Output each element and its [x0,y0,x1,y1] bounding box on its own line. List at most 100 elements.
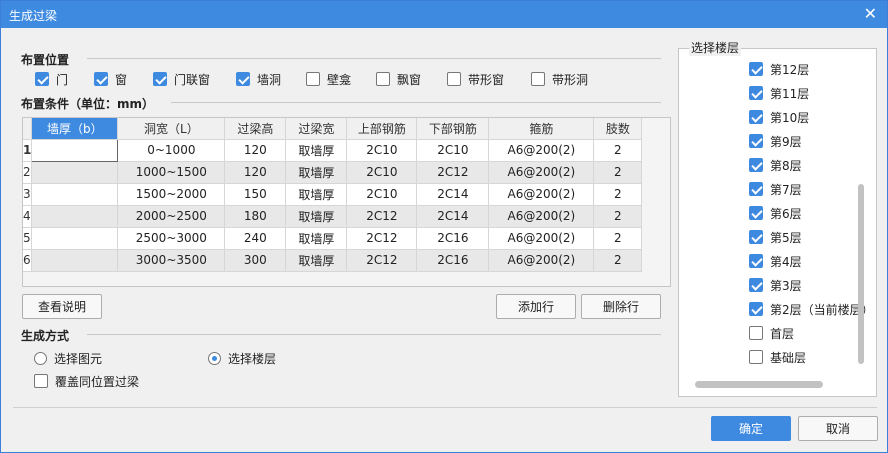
cell-beam-width[interactable]: 取墙厚 [285,183,348,206]
cell-wall-thickness[interactable] [31,227,119,250]
placement-option-door[interactable]: 门 [35,71,68,87]
cell-wall-thickness[interactable] [31,205,119,228]
checkbox-icon[interactable] [749,110,763,124]
cell-stirrup[interactable]: A6@200(2) [488,161,595,184]
table-row[interactable]: 5 2500~3000 240 取墙厚 2C12 2C16 A6@200(2) … [23,227,643,250]
column-header-bottom-rebar[interactable]: 下部钢筋 [416,118,490,140]
column-header-beam-width[interactable]: 过梁宽 [285,118,348,140]
cancel-button[interactable]: 取消 [798,416,878,441]
column-header-top-rebar[interactable]: 上部钢筋 [346,118,418,140]
cell-wall-thickness[interactable] [31,161,119,184]
cell-beam-width[interactable]: 取墙厚 [285,161,348,184]
cell-opening-width[interactable]: 1000~1500 [117,161,226,184]
floor-item[interactable]: 第11层 [749,85,809,101]
cell-legs[interactable]: 2 [593,249,643,272]
cell-bottom-rebar[interactable]: 2C14 [416,183,490,206]
column-header-legs[interactable]: 肢数 [593,118,643,140]
checkbox-icon[interactable] [531,72,545,86]
cell-beam-height[interactable]: 150 [224,183,287,206]
cell-beam-height[interactable]: 120 [224,161,287,184]
checkbox-icon[interactable] [749,302,763,316]
table-row[interactable]: 1 0~1000 120 取墙厚 2C10 2C10 A6@200(2) 2 [23,138,643,162]
checkbox-icon[interactable] [447,72,461,86]
vertical-scrollbar[interactable] [858,184,864,364]
cell-stirrup[interactable]: A6@200(2) [488,249,595,272]
floor-item[interactable]: 第10层 [749,109,809,125]
checkbox-icon[interactable] [749,86,763,100]
cell-beam-height[interactable]: 300 [224,249,287,272]
cell-top-rebar[interactable]: 2C10 [346,183,418,206]
cell-bottom-rebar[interactable]: 2C14 [416,205,490,228]
checkbox-icon[interactable] [749,206,763,220]
checkbox-icon[interactable] [306,72,320,86]
checkbox-icon[interactable] [749,158,763,172]
cell-stirrup[interactable]: A6@200(2) [488,183,595,206]
checkbox-icon[interactable] [376,72,390,86]
cell-bottom-rebar[interactable]: 2C16 [416,249,490,272]
checkbox-icon[interactable] [749,62,763,76]
placement-option-door-window[interactable]: 门联窗 [153,71,210,87]
cell-bottom-rebar[interactable]: 2C12 [416,161,490,184]
checkbox-icon[interactable] [34,374,48,388]
column-header-wall-thickness[interactable]: 墙厚（b） [31,118,119,140]
cell-legs[interactable]: 2 [593,161,643,184]
cell-beam-height[interactable]: 240 [224,227,287,250]
column-header-opening-width[interactable]: 洞宽（L） [117,118,226,140]
radio-icon[interactable] [208,351,221,365]
floor-item[interactable]: 第9层 [749,133,802,149]
checkbox-icon[interactable] [35,72,49,86]
cell-legs[interactable]: 2 [593,227,643,250]
floor-item[interactable]: 第3层 [749,277,802,293]
checkbox-icon[interactable] [749,254,763,268]
cell-beam-width[interactable]: 取墙厚 [285,227,348,250]
cell-wall-thickness[interactable] [31,138,119,162]
table-row[interactable]: 6 3000~3500 300 取墙厚 2C12 2C16 A6@200(2) … [23,249,643,272]
cell-beam-height[interactable]: 180 [224,205,287,228]
radio-select-element[interactable]: 选择图元 [34,350,102,366]
floor-item[interactable]: 首层 [749,325,794,341]
horizontal-scrollbar[interactable] [695,381,823,388]
placement-option-window[interactable]: 窗 [94,71,127,87]
checkbox-icon[interactable] [749,350,763,364]
cell-bottom-rebar[interactable]: 2C16 [416,227,490,250]
cell-top-rebar[interactable]: 2C12 [346,249,418,272]
cell-beam-width[interactable]: 取墙厚 [285,139,348,162]
cell-beam-height[interactable]: 120 [224,139,287,162]
radio-select-floor[interactable]: 选择楼层 [208,350,276,366]
table-row[interactable]: 3 1500~2000 150 取墙厚 2C10 2C14 A6@200(2) … [23,183,643,206]
cell-wall-thickness[interactable] [31,183,119,206]
floor-item[interactable]: 基础层 [749,349,806,365]
view-help-button[interactable]: 查看说明 [22,294,102,319]
floor-item[interactable]: 第6层 [749,205,802,221]
radio-icon[interactable] [34,351,47,365]
cell-legs[interactable]: 2 [593,183,643,206]
table-row[interactable]: 2 1000~1500 120 取墙厚 2C10 2C12 A6@200(2) … [23,161,643,184]
floor-item[interactable]: 第2层（当前楼层） [749,301,874,317]
add-row-button[interactable]: 添加行 [496,294,576,319]
delete-row-button[interactable]: 删除行 [581,294,661,319]
cell-opening-width[interactable]: 1500~2000 [117,183,226,206]
checkbox-icon[interactable] [749,278,763,292]
cell-stirrup[interactable]: A6@200(2) [488,139,595,162]
cell-beam-width[interactable]: 取墙厚 [285,249,348,272]
checkbox-icon[interactable] [749,326,763,340]
close-icon[interactable]: ✕ [864,4,877,24]
placement-option-bay-window[interactable]: 飘窗 [376,71,421,87]
checkbox-icon[interactable] [153,72,167,86]
title-bar[interactable]: 生成过梁 ✕ [1,1,887,28]
checkbox-icon[interactable] [749,134,763,148]
placement-option-niche[interactable]: 壁龛 [306,71,351,87]
floor-item[interactable]: 第7层 [749,181,802,197]
floor-item[interactable]: 第5层 [749,229,802,245]
table-row[interactable]: 4 2000~2500 180 取墙厚 2C12 2C14 A6@200(2) … [23,205,643,228]
column-header-stirrup[interactable]: 箍筋 [488,118,595,140]
overwrite-checkbox[interactable]: 覆盖同位置过梁 [34,373,139,389]
cell-stirrup[interactable]: A6@200(2) [488,227,595,250]
floor-item[interactable]: 第12层 [749,61,809,77]
cell-bottom-rebar[interactable]: 2C10 [416,139,490,162]
checkbox-icon[interactable] [749,182,763,196]
cell-opening-width[interactable]: 3000~3500 [117,249,226,272]
placement-option-strip-hole[interactable]: 带形洞 [531,71,588,87]
ok-button[interactable]: 确定 [711,416,791,441]
cell-top-rebar[interactable]: 2C10 [346,139,418,162]
